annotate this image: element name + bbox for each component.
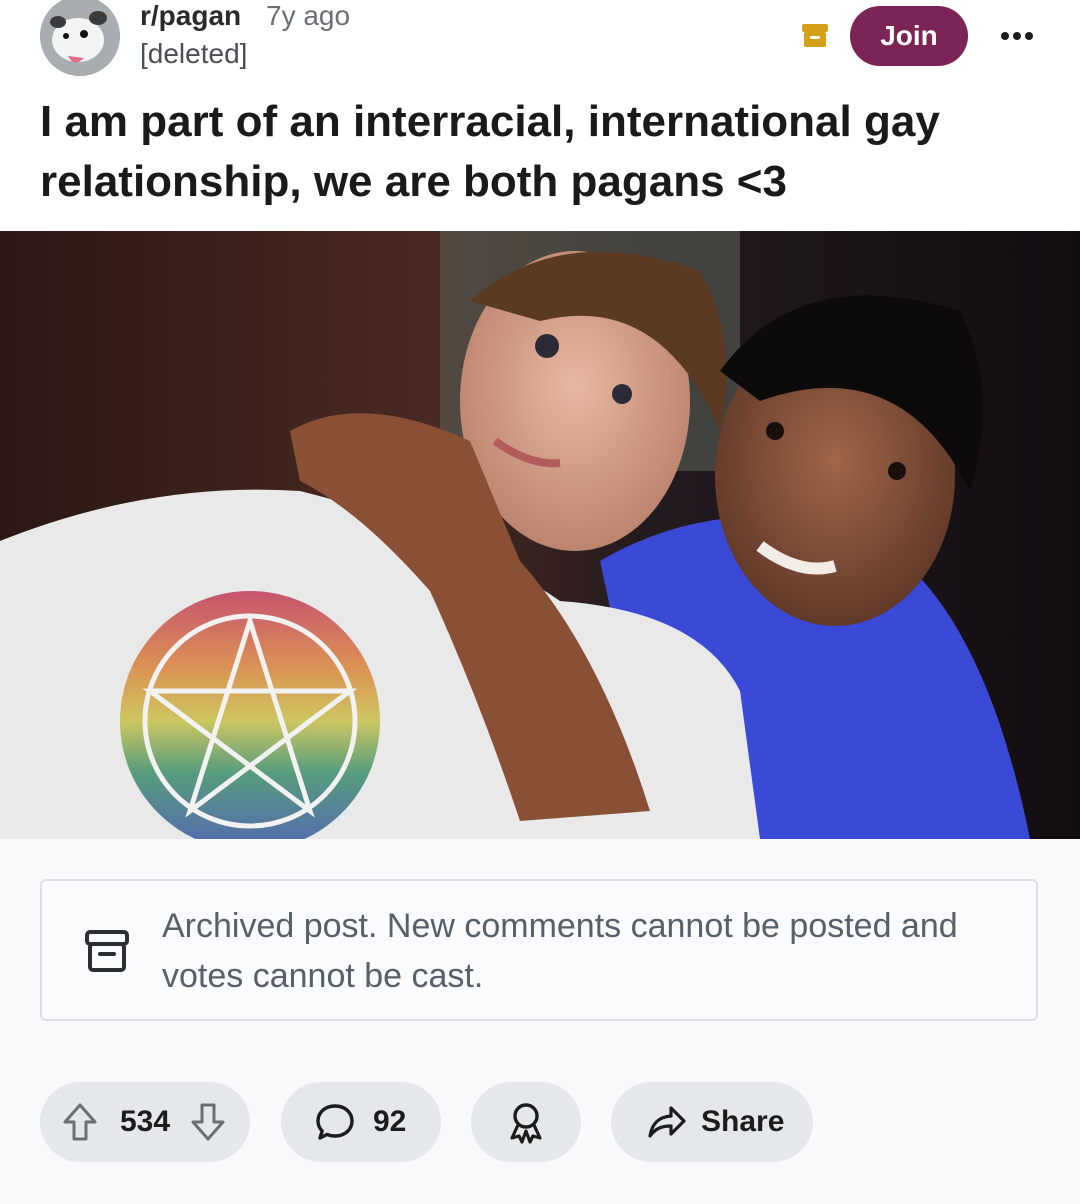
share-button[interactable]: Share: [611, 1082, 813, 1162]
more-icon[interactable]: [996, 22, 1036, 50]
share-icon: [647, 1104, 687, 1140]
comment-icon: [315, 1102, 355, 1142]
join-button[interactable]: Join: [850, 6, 968, 66]
award-icon: [506, 1100, 546, 1144]
post-author[interactable]: [deleted]: [140, 38, 247, 70]
upvote-icon[interactable]: [62, 1102, 98, 1142]
archive-icon: [84, 929, 130, 973]
archived-notice-text: Archived post. New comments cannot be po…: [162, 907, 958, 995]
comment-count: 92: [373, 1105, 407, 1138]
downvote-icon[interactable]: [190, 1102, 226, 1142]
subreddit-name[interactable]: r/pagan: [140, 0, 241, 32]
post-header: r/pagan 7y ago [deleted] Join I am part …: [0, 0, 1080, 230]
post-footer: Archived post. New comments cannot be po…: [0, 839, 1080, 1204]
vote-control: 534: [40, 1082, 250, 1162]
post-title[interactable]: I am part of an interracial, internation…: [40, 92, 1040, 212]
upvote-count: 534: [120, 1105, 171, 1138]
subreddit-avatar-icon[interactable]: [40, 0, 120, 76]
archived-notice: Archived post. New comments cannot be po…: [40, 879, 1038, 1021]
post-image[interactable]: [0, 231, 1080, 839]
archive-icon: [800, 20, 830, 50]
award-button[interactable]: [471, 1082, 581, 1162]
comments-button[interactable]: 92: [281, 1082, 441, 1162]
share-label: Share: [701, 1105, 785, 1138]
post-timestamp: 7y ago: [266, 0, 351, 31]
